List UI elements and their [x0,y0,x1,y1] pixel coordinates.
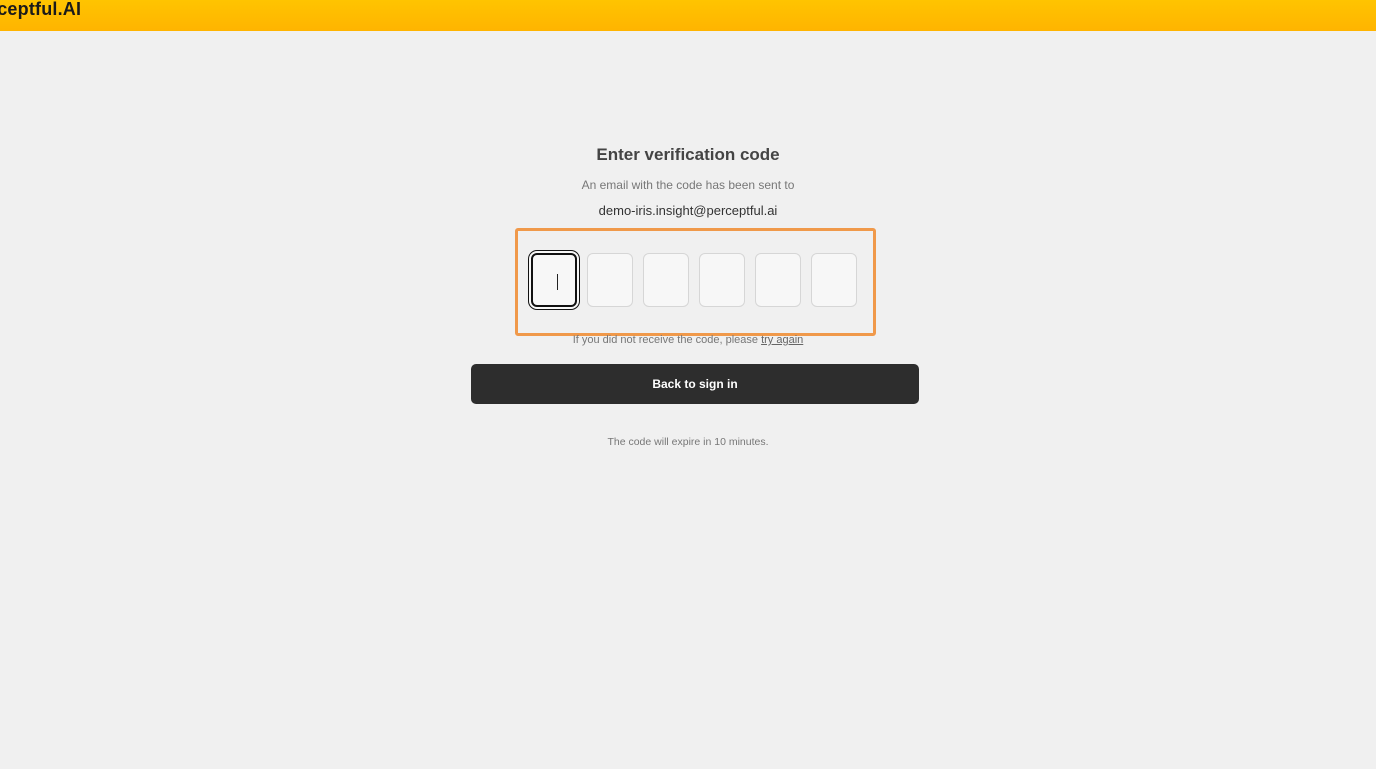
code-digit-6[interactable] [811,253,857,307]
sent-to-message: An email with the code has been sent to [581,178,795,192]
resend-text: If you did not receive the code, please [572,334,759,346]
back-to-sign-in-button[interactable]: Back to sign in [471,364,919,404]
page-title: Enter verification code [596,145,780,164]
brand-logo[interactable]: rceptful.AI [0,0,81,20]
text-caret [557,274,558,290]
code-digit-5[interactable] [755,253,801,307]
code-digit-3[interactable] [643,253,689,307]
top-header-bar: rceptful.AI [0,0,1376,31]
code-digit-2[interactable] [587,253,633,307]
email-address: demo-iris.insight@perceptful.ai [598,203,778,218]
code-digit-4[interactable] [699,253,745,307]
code-digit-1[interactable] [531,253,577,307]
expiry-notice: The code will expire in 10 minutes. [607,436,769,448]
resend-message: If you did not receive the code, please … [0,334,1376,346]
try-again-link[interactable]: try again [761,334,803,346]
